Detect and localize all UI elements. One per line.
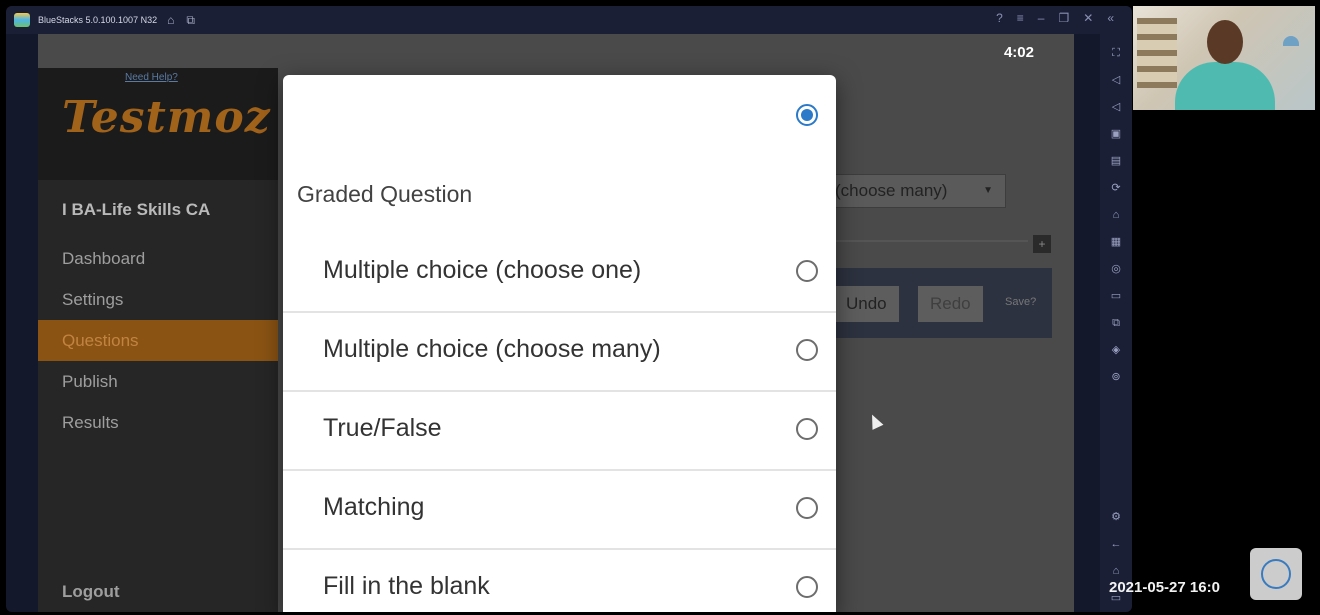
plus-icon[interactable]: + — [1033, 235, 1051, 253]
android-screen: 4:02 Need Help? Testmoz I BA-Life Skills… — [38, 34, 1074, 612]
bluestacks-logo — [14, 13, 30, 27]
shake-icon[interactable]: ⌂ — [1100, 202, 1132, 229]
copy-icon[interactable]: ⧉ — [1100, 310, 1132, 337]
option-multiple-choice-many[interactable]: Multiple choice (choose many) — [283, 313, 836, 392]
editor-toolbar: Undo Redo Save? — [798, 268, 1052, 338]
option-multiple-choice-one[interactable]: Multiple choice (choose one) — [283, 234, 836, 313]
status-clock: 4:02 — [1003, 44, 1034, 61]
sync-icon[interactable]: ⊚ — [1100, 364, 1132, 391]
save-link[interactable]: Save? — [1005, 296, 1036, 308]
mouse-cursor-icon — [866, 412, 884, 430]
question-type-dialog: Graded Question Multiple choice (choose … — [283, 75, 836, 612]
course-title: I BA-Life Skills CA — [62, 200, 211, 219]
radio-button[interactable] — [796, 576, 818, 598]
settings-icon[interactable]: ⚙ — [1100, 504, 1132, 531]
presenter-head — [1207, 20, 1243, 64]
fullscreen-icon[interactable]: ⛶ — [1100, 40, 1132, 67]
watermark-globe-icon — [1261, 559, 1291, 589]
watermark-logo — [1250, 548, 1302, 600]
recording-timestamp: 2021-05-27 16:0 — [1109, 579, 1220, 596]
help-icon[interactable]: ? — [996, 11, 1003, 25]
redo-button[interactable]: Redo — [918, 286, 983, 322]
layers-icon[interactable]: ◈ — [1100, 337, 1132, 364]
nav-item-dashboard[interactable]: Dashboard — [38, 238, 278, 279]
volume-up-icon[interactable]: ◁ — [1100, 67, 1132, 94]
back-icon[interactable]: ← — [1100, 531, 1132, 558]
presenter-body — [1175, 62, 1275, 110]
option-label: True/False — [323, 414, 442, 442]
testmoz-sidebar: Need Help? Testmoz I BA-Life Skills CA D… — [38, 68, 278, 612]
macro-icon[interactable]: ▦ — [1100, 229, 1132, 256]
option-list: Multiple choice (choose one) Multiple ch… — [283, 234, 836, 612]
divider — [828, 240, 1028, 242]
nav-item-questions[interactable]: Questions — [38, 320, 278, 361]
home-icon[interactable]: ⌂ — [167, 13, 174, 27]
radio-button[interactable] — [796, 497, 818, 519]
minimize-icon[interactable]: – — [1038, 11, 1045, 25]
window-title: BlueStacks 5.0.100.1007 N32 — [38, 15, 158, 25]
volume-down-icon[interactable]: ◁ — [1100, 94, 1132, 121]
option-label: Multiple choice (choose one) — [323, 256, 642, 284]
select-value: (choose many) — [835, 181, 948, 200]
screen-record-icon[interactable]: ▣ — [1100, 121, 1132, 148]
nav-item-results[interactable]: Results — [38, 402, 278, 443]
lamp — [1283, 36, 1299, 46]
option-true-false[interactable]: True/False — [283, 392, 836, 471]
bookshelf — [1137, 18, 1177, 88]
location-icon[interactable]: ◎ — [1100, 256, 1132, 283]
collapse-sidebar-icon[interactable]: « — [1107, 11, 1114, 25]
dialog-heading: Graded Question — [297, 181, 473, 207]
chevron-down-icon: ▼ — [983, 185, 993, 196]
testmoz-header: Need Help? Testmoz — [38, 68, 278, 180]
radio-button[interactable] — [796, 260, 818, 282]
screenshot-icon[interactable]: ▤ — [1100, 148, 1132, 175]
option-fill-in-the-blank[interactable]: Fill in the blank — [283, 550, 836, 612]
option-label: Matching — [323, 493, 425, 521]
bluestacks-sidebar: ⛶ ◁ ◁ ▣ ▤ ⟳ ⌂ ▦ ◎ ▭ ⧉ ◈ ⊚ ⚙ ← ⌂ ▭ — [1100, 34, 1132, 612]
multi-instance-icon[interactable]: ⧉ — [186, 13, 195, 28]
testmoz-nav: Dashboard Settings Questions Publish Res… — [38, 238, 278, 443]
menu-icon[interactable]: ≡ — [1017, 11, 1024, 25]
radio-button[interactable] — [796, 339, 818, 361]
radio-button[interactable] — [796, 418, 818, 440]
folder-icon[interactable]: ▭ — [1100, 283, 1132, 310]
bluestacks-titlebar: BlueStacks 5.0.100.1007 N32 ⌂ ⧉ ? ≡ – ❐ … — [6, 6, 1132, 34]
testmoz-logo[interactable]: Testmoz — [62, 92, 271, 143]
nav-item-publish[interactable]: Publish — [38, 361, 278, 402]
webcam-overlay — [1133, 6, 1315, 110]
option-label: Multiple choice (choose many) — [323, 335, 661, 363]
option-matching[interactable]: Matching — [283, 471, 836, 550]
close-icon[interactable]: ✕ — [1083, 11, 1093, 25]
restore-icon[interactable]: ❐ — [1058, 11, 1069, 25]
undo-button[interactable]: Undo — [834, 286, 899, 322]
bluestacks-window: BlueStacks 5.0.100.1007 N32 ⌂ ⧉ ? ≡ – ❐ … — [6, 6, 1132, 612]
need-help-link[interactable]: Need Help? — [125, 72, 178, 83]
top-option-radio[interactable] — [796, 104, 818, 126]
option-label: Fill in the blank — [323, 572, 490, 600]
rotate-icon[interactable]: ⟳ — [1100, 175, 1132, 202]
logout-link[interactable]: Logout — [62, 582, 120, 602]
nav-item-settings[interactable]: Settings — [38, 279, 278, 320]
